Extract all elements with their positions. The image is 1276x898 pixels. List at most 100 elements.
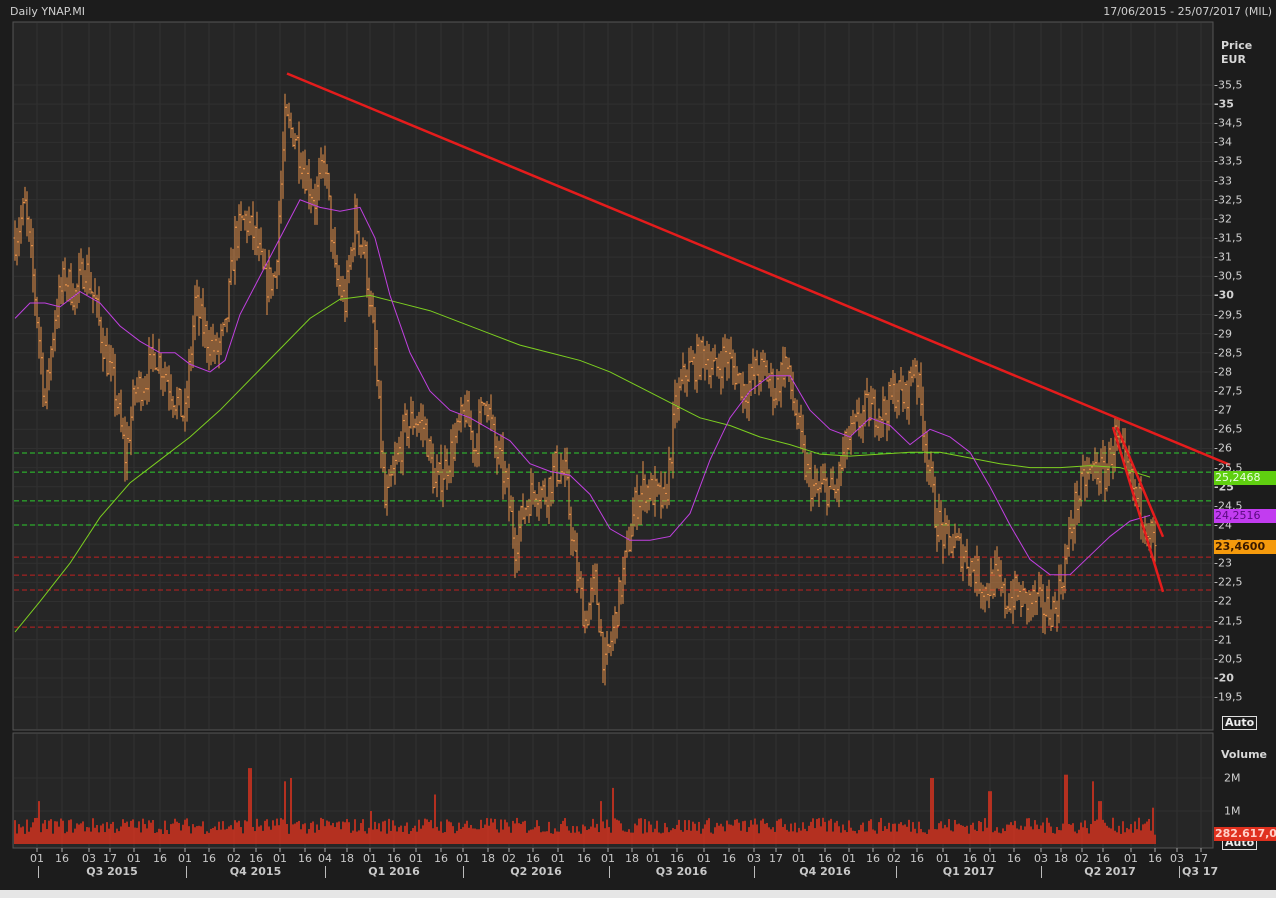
- volume-bar: [398, 827, 400, 844]
- volume-bar: [468, 827, 470, 844]
- volume-bar: [58, 826, 60, 844]
- price-auto-button[interactable]: Auto: [1222, 716, 1258, 730]
- volume-bar: [204, 833, 206, 844]
- volume-bar: [596, 823, 598, 844]
- volume-bar: [48, 820, 50, 844]
- volume-bar: [324, 826, 326, 844]
- volume-bar: [326, 820, 328, 844]
- volume-bar: [46, 829, 48, 844]
- volume-bar: [1090, 824, 1092, 844]
- volume-bar: [718, 825, 720, 844]
- volume-bar: [330, 825, 332, 844]
- volume-bar: [1042, 822, 1044, 844]
- volume-bar: [656, 820, 658, 844]
- volume-bar: [604, 828, 606, 844]
- volume-bar: [270, 829, 272, 844]
- quarter-separator: [186, 866, 187, 878]
- volume-bar: [374, 821, 376, 844]
- x-day-label: 01: [936, 852, 950, 865]
- volume-bar: [1038, 829, 1040, 844]
- volume-bar: [1150, 830, 1152, 844]
- volume-bar: [422, 825, 424, 844]
- volume-bar: [966, 825, 968, 844]
- volume-bar: [892, 823, 894, 844]
- volume-bar: [782, 826, 784, 844]
- volume-bar: [522, 821, 524, 844]
- volume-bar: [1070, 824, 1072, 844]
- volume-bar: [780, 818, 782, 844]
- volume-bar: [1132, 832, 1134, 844]
- volume-bar: [1030, 826, 1032, 844]
- x-day-label: 16: [434, 852, 448, 865]
- volume-bar: [486, 818, 488, 844]
- volume-bar: [928, 829, 930, 844]
- volume-bar: [320, 817, 322, 844]
- volume-bar: [722, 826, 724, 844]
- volume-bar: [244, 820, 246, 844]
- volume-bar: [404, 825, 406, 844]
- volume-bar: [942, 828, 944, 844]
- volume-bar: [220, 829, 222, 844]
- volume-bar: [1004, 831, 1006, 844]
- volume-bar: [142, 818, 144, 844]
- volume-bar: [158, 828, 160, 844]
- volume-bar: [598, 832, 600, 844]
- volume-bar: [792, 831, 794, 844]
- price-tick-label: -32,5: [1214, 193, 1243, 207]
- volume-bar: [1022, 829, 1024, 844]
- volume-bar: [380, 831, 382, 844]
- volume-bar: [512, 820, 514, 844]
- price-tick-label: -35,5: [1214, 78, 1243, 92]
- volume-bar: [528, 830, 530, 844]
- price-tick-label: -30: [1214, 288, 1234, 302]
- volume-bar: [418, 819, 420, 844]
- volume-bar: [136, 827, 138, 844]
- volume-tick-1m: 1M: [1224, 804, 1241, 818]
- volume-bar: [226, 828, 228, 844]
- volume-bar: [1002, 828, 1004, 844]
- volume-bar: [812, 818, 814, 844]
- volume-bar: [192, 824, 194, 844]
- volume-bar: [836, 820, 838, 844]
- volume-bar: [790, 823, 792, 844]
- price-volume-chart[interactable]: [0, 0, 1276, 898]
- volume-bar: [306, 833, 308, 844]
- x-day-label: 16: [202, 852, 216, 865]
- volume-bar: [614, 818, 616, 844]
- volume-bar: [118, 831, 120, 844]
- volume-bar: [706, 820, 708, 844]
- volume-bar: [216, 830, 218, 844]
- volume-bar: [434, 794, 436, 844]
- volume-bar: [944, 824, 946, 844]
- volume-bar: [826, 831, 828, 844]
- volume-bar: [190, 833, 192, 844]
- x-day-label: 16: [298, 852, 312, 865]
- volume-bar: [390, 830, 392, 844]
- volume-bar: [350, 832, 352, 844]
- volume-bar: [106, 822, 108, 844]
- volume-bar: [796, 832, 798, 844]
- volume-bar: [446, 819, 448, 844]
- volume-bar: [414, 825, 416, 844]
- volume-bar: [662, 832, 664, 844]
- x-day-label: 03: [82, 852, 96, 865]
- volume-bar: [620, 823, 622, 844]
- volume-bar: [860, 824, 862, 844]
- x-day-label: 17: [769, 852, 783, 865]
- volume-bar: [170, 824, 172, 844]
- volume-bar: [60, 818, 62, 844]
- volume-bar: [200, 826, 202, 844]
- volume-bar: [876, 833, 878, 844]
- volume-bar: [654, 828, 656, 844]
- volume-bar: [188, 826, 190, 844]
- volume-bar: [936, 829, 938, 844]
- volume-bar: [630, 832, 632, 844]
- volume-bar: [984, 818, 986, 844]
- volume-bar: [934, 829, 936, 844]
- volume-bar: [838, 826, 840, 844]
- volume-bar: [360, 823, 362, 844]
- volume-bar: [910, 831, 912, 844]
- volume-bar: [652, 832, 654, 844]
- volume-bar: [1014, 820, 1016, 844]
- x-day-label: 01: [697, 852, 711, 865]
